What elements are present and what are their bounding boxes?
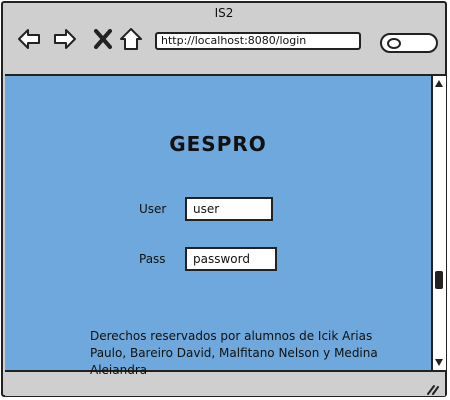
user-input[interactable]: user	[185, 197, 273, 221]
browser-search-field[interactable]	[380, 33, 438, 53]
forward-arrow-icon[interactable]	[53, 27, 77, 51]
search-icon	[387, 38, 401, 49]
browser-window: IS2 http://localhost:8080/login GESPRO U…	[1, 1, 447, 397]
scroll-down-arrow-icon[interactable]	[435, 359, 443, 366]
password-input[interactable]: password	[185, 247, 277, 271]
app-title: GESPRO	[169, 132, 267, 156]
address-bar[interactable]: http://localhost:8080/login	[155, 32, 361, 50]
page-viewport: GESPRO User user Pass password Derechos …	[5, 74, 431, 377]
home-icon[interactable]	[119, 27, 143, 51]
status-bar	[5, 374, 445, 396]
scroll-up-arrow-icon[interactable]	[435, 80, 443, 87]
close-icon[interactable]	[91, 27, 112, 51]
vertical-scrollbar[interactable]	[431, 74, 446, 372]
back-arrow-icon[interactable]	[17, 27, 41, 51]
scroll-thumb[interactable]	[435, 271, 443, 289]
window-title: IS2	[214, 6, 234, 20]
copyright-footer: Derechos reservados por alumnos de Icik …	[90, 329, 378, 377]
user-label: User	[139, 202, 167, 216]
pass-label: Pass	[139, 252, 166, 266]
resize-grip-icon[interactable]	[425, 380, 439, 395]
